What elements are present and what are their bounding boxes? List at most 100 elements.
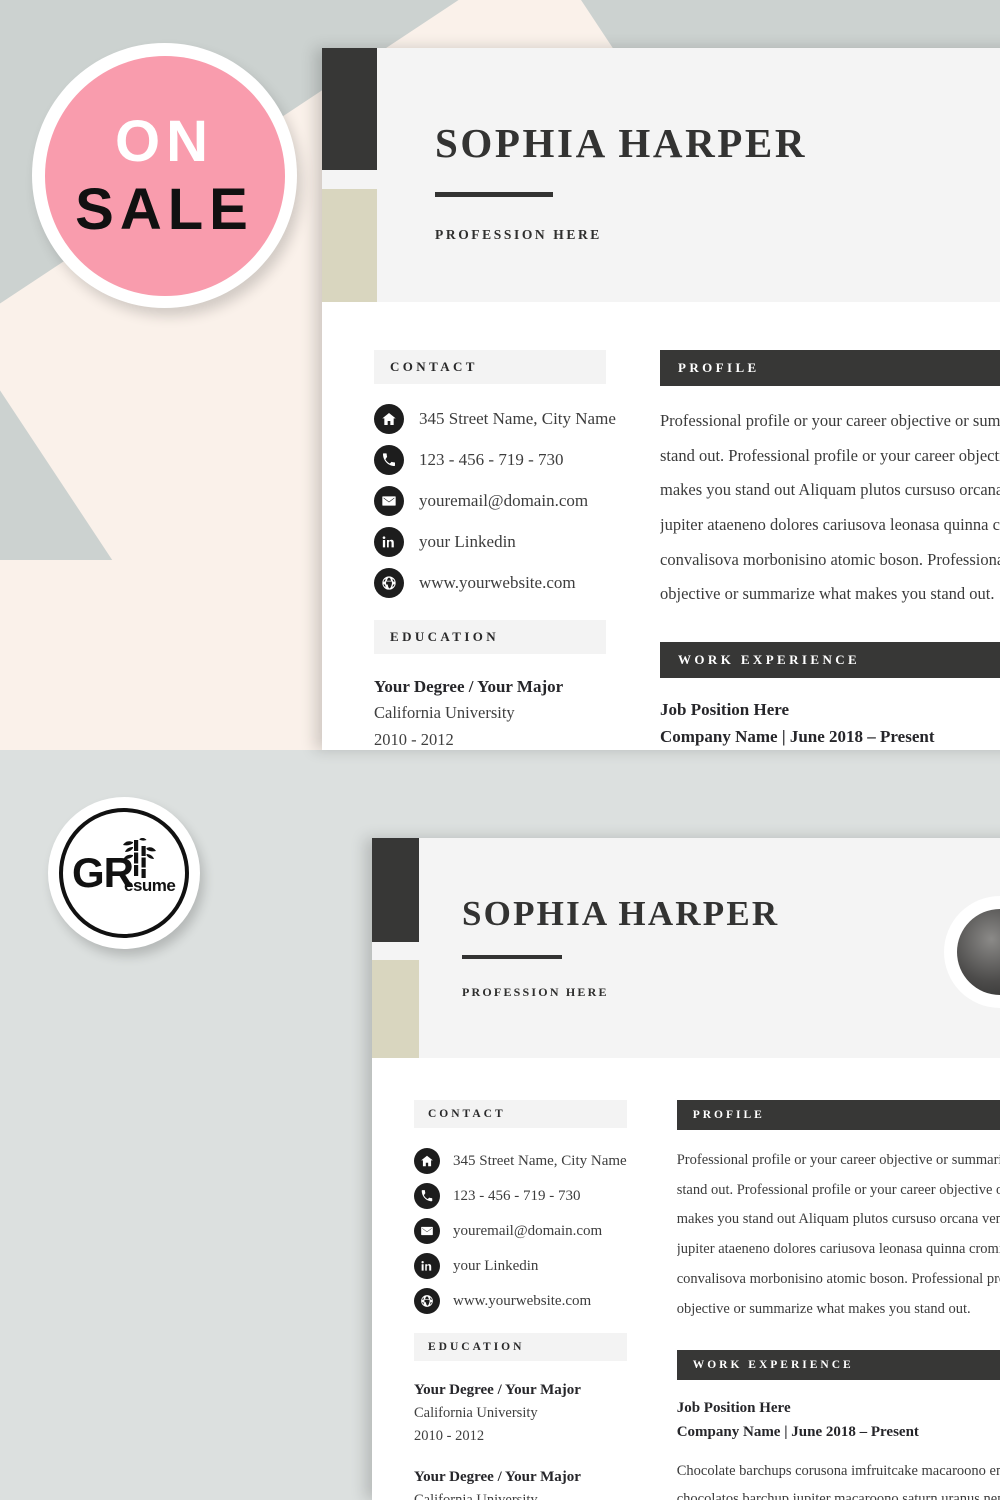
logo-ring: GR esume <box>59 808 189 938</box>
education-school: California University <box>414 1491 538 1500</box>
resume-preview-top[interactable]: SOPHIA HARPER PROFESSION HERE CONTACT 34… <box>322 48 1000 750</box>
linkedin-icon <box>414 1253 440 1279</box>
profile-line: makes you stand out Aliquam plutos cursu… <box>676 1211 1000 1228</box>
avatar <box>944 896 1000 1008</box>
contact-website-text: www.yourwebsite.com <box>419 573 576 592</box>
right-column: PROFILE Professional profile or your car… <box>643 1100 1000 1500</box>
education-entry: Your Degree / Your Major California Univ… <box>414 1379 627 1449</box>
job-description-line: chocolatos barchup jupiter macaroono sat… <box>676 1490 1000 1500</box>
resume-body: CONTACT 345 Street Name, City Name 123 -… <box>372 1058 1000 1500</box>
contact-item-address[interactable]: 345 Street Name, City Name <box>414 1148 627 1174</box>
profession-label: PROFESSION HERE <box>462 985 609 999</box>
work-heading: WORK EXPERIENCE <box>660 641 1000 678</box>
contact-website-text: www.yourwebsite.com <box>453 1292 592 1309</box>
education-degree: Your Degree / Your Major <box>374 677 564 696</box>
profile-line: Professional profile or your career obje… <box>676 1152 1000 1168</box>
on-sale-badge-inner: ON SALE <box>44 55 285 296</box>
logo-mark: GR esume <box>71 837 177 904</box>
header-dark-block <box>372 838 419 942</box>
contact-heading: CONTACT <box>414 1100 627 1128</box>
contact-item-linkedin[interactable]: your Linkedin <box>414 1253 627 1279</box>
contact-item-website[interactable]: www.yourwebsite.com <box>414 1288 627 1314</box>
work-experience-section: WORK EXPERIENCE Job Position Here Compan… <box>660 641 1000 750</box>
profile-heading: PROFILE <box>676 1100 1000 1130</box>
email-icon <box>414 1218 440 1244</box>
contact-address-text: 345 Street Name, City Name <box>419 409 616 428</box>
phone-icon <box>374 445 404 475</box>
header-text-group: SOPHIA HARPER PROFESSION HERE <box>435 123 807 243</box>
contact-linkedin-text: your Linkedin <box>453 1257 539 1274</box>
contact-item-email[interactable]: youremail@domain.com <box>374 486 606 516</box>
profile-line: objective or summarize what makes you st… <box>660 584 995 604</box>
email-icon <box>374 486 404 516</box>
education-years: 2010 - 2012 <box>374 729 454 749</box>
education-entry: Your Degree / Your Major California Univ… <box>414 1466 627 1500</box>
job-description: Chocolate barchups corusona imfruitcake … <box>677 1458 1000 1500</box>
job-description-line: Chocolate barchups corusona imfruitcake … <box>676 1463 1000 1480</box>
contact-email-text: youremail@domain.com <box>419 491 589 510</box>
contact-linkedin-text: your Linkedin <box>419 532 516 551</box>
profile-text: Professional profile or your career obje… <box>677 1146 1000 1324</box>
education-school: California University <box>414 1405 538 1422</box>
resume-body: CONTACT 345 Street Name, City Name 123 -… <box>322 302 1000 750</box>
gr-resume-logo[interactable]: GR esume <box>48 797 200 949</box>
education-heading: EDUCATION <box>374 620 606 654</box>
on-sale-line-1: ON <box>115 108 214 174</box>
profile-line: objective or summarize what makes you st… <box>676 1300 971 1317</box>
contact-item-phone[interactable]: 123 - 456 - 719 - 730 <box>374 445 606 475</box>
phone-icon <box>414 1183 440 1209</box>
education-degree: Your Degree / Your Major <box>414 1468 581 1485</box>
home-icon <box>374 404 404 434</box>
profile-line: stand out. Professional profile or your … <box>660 445 1000 465</box>
profile-line: Professional profile or your career obje… <box>660 411 1000 430</box>
profile-line: makes you stand out Aliquam plutos cursu… <box>660 480 1000 500</box>
on-sale-line-2: SALE <box>75 176 254 242</box>
globe-icon <box>374 568 404 598</box>
profile-heading: PROFILE <box>660 350 1000 386</box>
contact-item-website[interactable]: www.yourwebsite.com <box>374 568 606 598</box>
globe-icon <box>414 1288 440 1314</box>
left-column: CONTACT 345 Street Name, City Name 123 -… <box>372 1100 643 1500</box>
contact-phone-text: 123 - 456 - 719 - 730 <box>419 450 564 469</box>
job-title: Job Position Here <box>660 699 790 719</box>
profile-line: convalisova morbonisino atomic boson. Pr… <box>660 549 1000 569</box>
education-years: 2010 - 2012 <box>414 1428 485 1445</box>
education-entry: Your Degree / Your Major California Univ… <box>374 674 606 750</box>
linkedin-icon <box>374 527 404 557</box>
header-beige-block <box>372 960 419 1058</box>
poster-stage: SOPHIA HARPER PROFESSION HERE CONTACT 34… <box>0 0 1000 1500</box>
contact-item-linkedin[interactable]: your Linkedin <box>374 527 606 557</box>
profession-label: PROFESSION HERE <box>435 227 602 242</box>
logo-sub-text: esume <box>124 876 176 895</box>
contact-item-phone[interactable]: 123 - 456 - 719 - 730 <box>414 1183 627 1209</box>
home-icon <box>414 1148 440 1174</box>
work-experience-section: WORK EXPERIENCE Job Position Here Compan… <box>676 1350 1000 1500</box>
resume-preview-bottom[interactable]: SOPHIA HARPER PROFESSION HERE CONTACT 34… <box>372 838 1000 1500</box>
contact-list: 345 Street Name, City Name 123 - 456 - 7… <box>374 404 616 598</box>
header-dark-block <box>322 48 377 170</box>
contact-list: 345 Street Name, City Name 123 - 456 - 7… <box>414 1148 627 1314</box>
education-heading: EDUCATION <box>414 1333 627 1361</box>
left-column: CONTACT 345 Street Name, City Name 123 -… <box>322 350 622 750</box>
contact-phone-text: 123 - 456 - 719 - 730 <box>453 1187 581 1204</box>
education-degree: Your Degree / Your Major <box>414 1382 581 1398</box>
right-column: PROFILE Professional profile or your car… <box>622 350 1000 750</box>
header-text-group: SOPHIA HARPER PROFESSION HERE <box>462 896 779 1000</box>
contact-item-email[interactable]: youremail@domain.com <box>414 1218 627 1244</box>
profile-line: stand out. Professional profile or your … <box>676 1181 1000 1198</box>
profile-line: convalisova morbonisino atomic boson. Pr… <box>676 1270 1000 1287</box>
contact-item-address[interactable]: 345 Street Name, City Name <box>374 404 616 434</box>
profile-line: jupiter ataeneno dolores cariusova leona… <box>676 1241 1000 1258</box>
page-title: SOPHIA HARPER <box>435 120 808 166</box>
page-title: SOPHIA HARPER <box>462 894 780 933</box>
on-sale-badge[interactable]: ON SALE <box>32 43 297 308</box>
contact-address-text: 345 Street Name, City Name <box>453 1152 627 1169</box>
job-meta: Company Name | June 2018 – Present <box>660 727 935 747</box>
avatar-photo <box>957 909 1000 995</box>
contact-heading: CONTACT <box>374 350 606 384</box>
profile-line: jupiter ataeneno dolores cariusova leona… <box>660 514 1000 534</box>
job-meta: Company Name | June 2018 – Present <box>676 1424 919 1441</box>
job-title: Job Position Here <box>676 1400 791 1417</box>
resume-header: SOPHIA HARPER PROFESSION HERE <box>372 838 1000 1058</box>
title-rule <box>435 192 553 197</box>
